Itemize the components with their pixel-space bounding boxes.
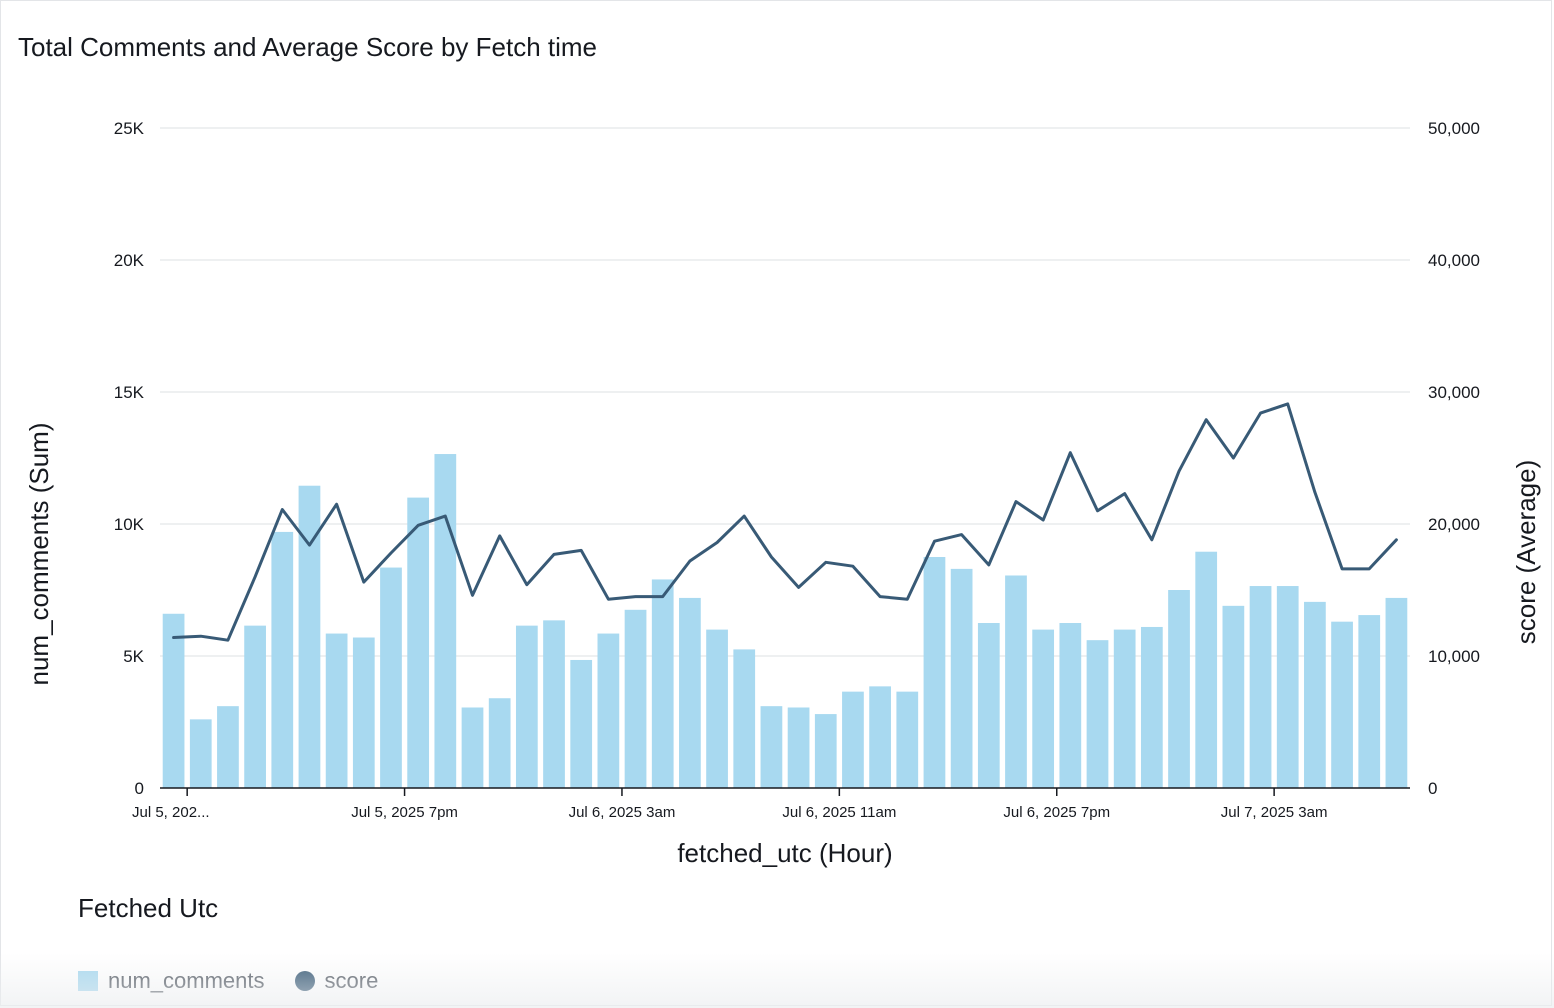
x-axis-title: fetched_utc (Hour) <box>677 838 892 868</box>
y2-axis-title: score (Average) <box>1511 460 1541 645</box>
bar <box>1276 586 1299 788</box>
bar <box>597 633 620 788</box>
bar-series-num-comments <box>162 454 1408 788</box>
bar <box>651 579 674 788</box>
gridlines <box>160 127 1410 657</box>
bar <box>352 637 375 788</box>
bar <box>1195 551 1218 788</box>
bar <box>842 691 864 788</box>
bar <box>1168 590 1190 788</box>
bar <box>407 497 430 788</box>
bar <box>1140 626 1163 788</box>
bar <box>1249 586 1272 788</box>
bar <box>1331 621 1353 788</box>
y-axis-title: num_comments (Sum) <box>24 423 54 686</box>
bar <box>434 454 457 788</box>
combo-chart: 0 0 5K 10,000 10K 20,000 15K 30,000 20K 40,000 25K… <box>24 119 1541 868</box>
legend-title: Fetched Utc <box>78 893 219 923</box>
y-tick-label: 5K <box>123 647 144 666</box>
legend-square-icon <box>78 971 98 991</box>
bar <box>1005 575 1027 788</box>
y2-tick-label: 50,000 <box>1428 119 1480 138</box>
bar <box>1304 601 1326 788</box>
bar <box>1086 640 1109 788</box>
bar <box>679 597 701 788</box>
bar <box>733 649 756 788</box>
bar <box>543 620 565 788</box>
bar <box>977 623 1000 788</box>
y2-tick-label: 0 <box>1428 779 1437 798</box>
bar <box>624 609 647 788</box>
bar <box>1385 597 1408 788</box>
bar <box>244 625 266 788</box>
y2-tick-label: 20,000 <box>1428 515 1480 534</box>
bar <box>787 707 810 788</box>
x-tick-label: Jul 6, 2025 3am <box>569 804 676 821</box>
bar <box>923 557 946 788</box>
bar <box>869 686 891 788</box>
bar <box>271 531 294 788</box>
legend-item-num-comments[interactable]: num_comments <box>78 968 265 994</box>
y2-tick-label: 30,000 <box>1428 383 1480 402</box>
bar <box>461 707 484 788</box>
bar <box>760 706 783 788</box>
bar <box>380 567 402 788</box>
legend: num_comments score <box>78 966 408 996</box>
bar <box>325 633 348 788</box>
y-tick-label: 10K <box>114 515 145 534</box>
y-tick-label: 25K <box>114 119 145 138</box>
x-tick-label: Jul 5, 202... <box>132 804 210 821</box>
y-tick-label: 0 <box>135 779 144 798</box>
y2-tick-label: 40,000 <box>1428 251 1480 270</box>
bar <box>1222 605 1245 788</box>
bar <box>814 714 837 788</box>
legend-circle-icon <box>294 971 315 991</box>
x-tick-label: Jul 7, 2025 3am <box>1221 804 1328 821</box>
legend-label-num-comments: num_comments <box>108 968 265 993</box>
y-tick-label: 15K <box>114 383 145 402</box>
bar <box>1113 629 1136 788</box>
legend-item-score[interactable]: score <box>294 968 379 994</box>
x-tick-label: Jul 6, 2025 7pm <box>1003 804 1110 821</box>
bar <box>1059 623 1082 788</box>
bar <box>950 568 973 788</box>
bar <box>570 659 593 788</box>
x-tick-label: Jul 6, 2025 11am <box>782 804 896 821</box>
bar <box>1358 615 1381 788</box>
x-tick-label: Jul 5, 2025 7pm <box>351 804 458 821</box>
bar <box>162 613 185 788</box>
y-tick-label: 20K <box>114 251 145 270</box>
legend-label-score: score <box>324 968 379 993</box>
y2-tick-label: 10,000 <box>1428 647 1480 666</box>
bar <box>896 691 919 788</box>
bar <box>217 706 239 788</box>
bar <box>488 698 511 788</box>
bar <box>189 719 212 788</box>
bar <box>706 629 728 788</box>
bar <box>515 625 538 788</box>
bar <box>1032 629 1055 788</box>
